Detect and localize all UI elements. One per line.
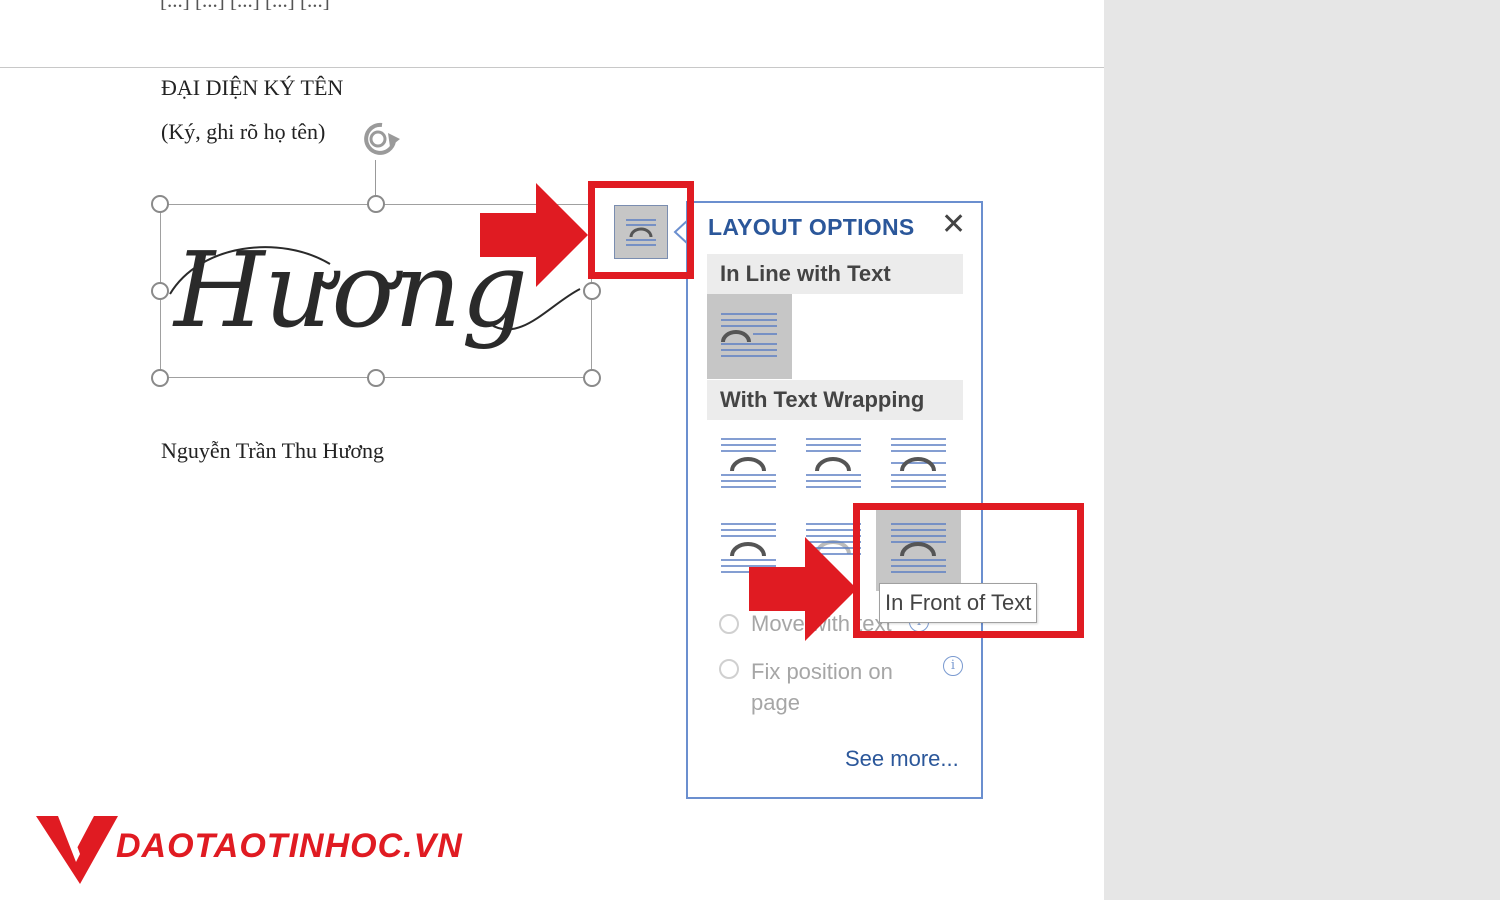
tooltip-in-front-of-text: In Front of Text — [879, 583, 1038, 623]
document-background — [1104, 0, 1500, 900]
fix-position-radio[interactable] — [719, 659, 739, 679]
logo-icon — [36, 816, 118, 884]
highlight-box-layout-button — [588, 181, 694, 279]
wrap-tight-icon — [806, 438, 861, 488]
section-with-text-wrapping: With Text Wrapping — [707, 380, 963, 420]
panel-title: LAYOUT OPTIONS — [708, 214, 915, 240]
option-tight[interactable] — [791, 421, 876, 506]
resize-handle-bottom-right[interactable] — [583, 369, 601, 387]
section-inline-with-text: In Line with Text — [707, 254, 963, 294]
move-with-text-radio[interactable] — [719, 614, 739, 634]
close-icon[interactable]: ✕ — [941, 210, 966, 240]
fix-position-label: Fix position on page — [751, 659, 893, 715]
rotate-icon[interactable] — [354, 117, 404, 159]
right-arrow-icon — [480, 183, 588, 287]
resize-handle-top[interactable] — [367, 195, 385, 213]
partial-top-text: [...] [...] [...] [...] [...] — [160, 0, 330, 12]
page-break-line — [0, 67, 1104, 68]
see-more-link[interactable]: See more... — [845, 746, 959, 772]
option-inline-with-text[interactable] — [707, 294, 792, 379]
option-square[interactable] — [706, 421, 791, 506]
wrap-square-icon — [721, 438, 776, 488]
signer-name: Nguyễn Trần Thu Hương — [161, 438, 384, 463]
signature-script: Hương — [172, 229, 528, 351]
signature-subtitle: (Ký, ghi rõ họ tên) — [161, 119, 326, 144]
wrap-through-icon — [891, 438, 946, 488]
signature-heading: ĐẠI DIỆN KÝ TÊN — [161, 75, 344, 100]
option-through[interactable] — [876, 421, 961, 506]
resize-handle-left[interactable] — [151, 282, 169, 300]
wrap-inline-icon — [721, 313, 777, 357]
info-icon[interactable]: i — [943, 656, 963, 676]
resize-handle-bottom-left[interactable] — [151, 369, 169, 387]
resize-handle-bottom[interactable] — [367, 369, 385, 387]
resize-handle-top-left[interactable] — [151, 195, 169, 213]
logo-text: DAOTAOTINHOC.VN — [116, 827, 463, 865]
right-arrow-icon — [749, 537, 857, 641]
